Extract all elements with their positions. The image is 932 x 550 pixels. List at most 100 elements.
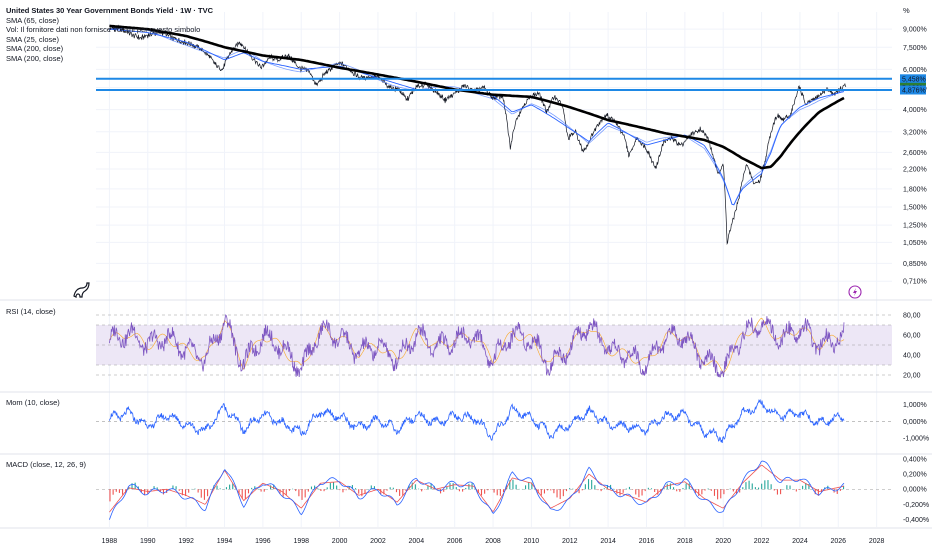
macd-histogram-bar — [355, 488, 357, 490]
x-tick-label: 2000 — [332, 538, 348, 545]
macd-histogram-bar — [417, 488, 420, 490]
rsi-tick-label: 20,00 — [903, 373, 921, 380]
mom-tick-label: 0,000% — [903, 419, 927, 426]
macd-histogram-bar — [134, 482, 136, 490]
unit-label: % — [903, 6, 910, 15]
macd-histogram-bar — [751, 483, 753, 490]
price-series[interactable] — [109, 24, 847, 245]
y-tick-label: 3,200% — [903, 129, 927, 136]
macd-histogram-bar — [701, 489, 703, 495]
macd-histogram-bar — [288, 489, 290, 491]
macd-histogram-bar — [342, 489, 344, 493]
y-tick-label: 1,250% — [903, 223, 927, 230]
macd-histogram-bar — [650, 488, 653, 490]
macd-histogram-bar — [679, 489, 681, 492]
x-tick-label: 2024 — [792, 538, 808, 545]
macd-histogram-bar — [358, 489, 360, 494]
macd-histogram-bar — [320, 489, 322, 491]
x-tick-label: 2018 — [677, 538, 693, 545]
macd-histogram-bar — [229, 484, 231, 490]
macd-histogram-bar — [395, 489, 398, 493]
y-tick-label: 4,000% — [903, 107, 927, 114]
macd-histogram-bar — [704, 489, 706, 491]
macd-histogram-bar — [414, 484, 416, 490]
legend-volume[interactable]: Vol: Il fornitore dati non fornisce volu… — [6, 25, 213, 35]
macd-histogram-bar — [525, 485, 527, 490]
macd-histogram-bar — [748, 480, 750, 490]
macd-histogram-bar — [392, 487, 394, 490]
x-tick-label: 2002 — [370, 538, 386, 545]
macd-histogram-bar — [720, 489, 722, 499]
macd-histogram-bar — [317, 488, 319, 490]
macd-histogram-bar — [480, 489, 483, 496]
macd-histogram-bar — [225, 487, 228, 490]
mom-tick-label: -1,000% — [903, 436, 929, 443]
rsi-pane[interactable] — [96, 314, 892, 378]
macd-histogram-bar — [584, 484, 586, 490]
macd-signal-line[interactable] — [109, 464, 845, 513]
mom-label[interactable]: Mom (10, close) — [6, 398, 60, 407]
macd-histogram-bar — [713, 489, 716, 496]
level-badge-label: 4,876% — [902, 88, 926, 95]
macd-histogram-bar — [329, 483, 331, 490]
macd-histogram-bar — [540, 489, 542, 496]
momentum-pane[interactable] — [96, 398, 892, 443]
macd-histogram-bar — [723, 489, 725, 495]
header-legend: United States 30 Year Government Bonds Y… — [6, 6, 213, 64]
x-tick-label: 1990 — [140, 538, 156, 545]
legend-sma-65[interactable]: SMA (65, close) — [6, 16, 213, 26]
macd-histogram-bar — [399, 489, 401, 496]
macd-histogram-bar — [269, 485, 272, 490]
macd-histogram-bar — [565, 489, 568, 492]
y-tick-label: 1,500% — [903, 205, 927, 212]
macd-histogram-bar — [732, 489, 734, 492]
macd-pane[interactable] — [96, 460, 892, 520]
macd-histogram-bar — [556, 489, 558, 498]
sma-25-line[interactable] — [109, 28, 845, 206]
macd-label[interactable]: MACD (close, 12, 26, 9) — [6, 460, 86, 469]
macd-histogram-bar — [251, 487, 253, 490]
macd-histogram-bar — [468, 483, 470, 490]
macd-histogram-bar — [194, 488, 196, 490]
macd-histogram-bar — [122, 489, 124, 495]
macd-histogram-bar — [802, 485, 804, 490]
macd-histogram-bar — [594, 485, 596, 490]
macd-histogram-bar — [512, 479, 514, 490]
macd-histogram-bar — [786, 485, 788, 490]
price-pane[interactable] — [96, 24, 892, 245]
chart-canvas[interactable]: 1988 1990 1992 1994 1996 1998 2000 2002 2004 2006… — [0, 0, 932, 550]
macd-histogram-bar — [742, 487, 744, 490]
sma-65-line[interactable] — [109, 27, 845, 206]
macd-histogram-bar — [462, 489, 464, 492]
macd-histogram-bar — [729, 488, 731, 490]
macd-histogram-bar — [569, 488, 571, 490]
macd-histogram-bar — [628, 486, 631, 490]
macd-histogram-bar — [502, 489, 505, 493]
macd-histogram-bar — [757, 487, 760, 490]
macd-histogram-bar — [553, 489, 555, 494]
macd-histogram-bar — [789, 485, 791, 490]
macd-histogram-bar — [452, 483, 454, 490]
legend-sma-25[interactable]: SMA (25, close) — [6, 35, 213, 45]
legend-sma-200-b[interactable]: SMA (200, close) — [6, 54, 213, 64]
x-tick-label: 2016 — [639, 538, 655, 545]
macd-histogram-bar — [776, 489, 778, 495]
macd-histogram-bar — [717, 489, 719, 500]
macd-histogram-bar — [260, 489, 262, 492]
macd-histogram-bar — [200, 489, 202, 498]
dinosaur-logo-icon — [73, 282, 90, 298]
macd-histogram-bar — [487, 489, 489, 491]
x-tick-label: 2022 — [754, 538, 770, 545]
macd-histogram-bar — [336, 485, 338, 490]
macd-histogram-bar — [257, 488, 259, 490]
macd-histogram-bar — [386, 489, 388, 491]
x-tick-label: 1988 — [102, 538, 118, 545]
mom-tick-label: 1,000% — [903, 402, 927, 409]
lightning-icon[interactable] — [848, 285, 862, 299]
macd-histogram-bar — [484, 489, 486, 494]
macd-histogram-bar — [591, 479, 593, 490]
rsi-tick-label: 80,00 — [903, 313, 921, 320]
macd-histogram-bar — [672, 487, 675, 490]
rsi-label[interactable]: RSI (14, close) — [6, 307, 56, 316]
legend-sma-200-a[interactable]: SMA (200, close) — [6, 44, 213, 54]
